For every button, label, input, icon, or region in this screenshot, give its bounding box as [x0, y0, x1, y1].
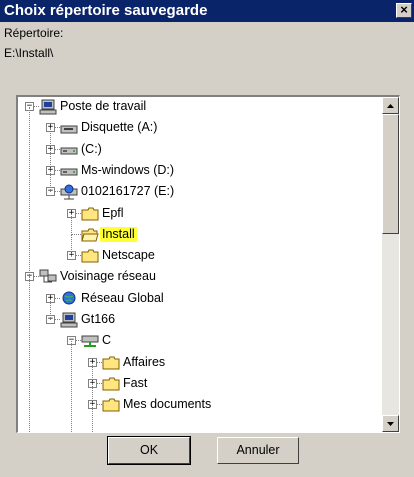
window-title: Choix répertoire sauvegarde [4, 2, 208, 19]
shared-drive-icon [81, 333, 99, 349]
tree-node-label[interactable]: 0102161727 (E:) [79, 184, 176, 199]
tree-node[interactable]: − Voisinage réseau [18, 268, 380, 286]
tree-node-label[interactable]: Netscape [100, 248, 157, 263]
tree-connector [50, 128, 51, 150]
tree-node-label-selected[interactable]: Install [100, 227, 137, 242]
tree-content: − Poste de travail + Disquette (A:) + (C:) + Ms… [18, 97, 380, 432]
tree-node[interactable]: − C [18, 332, 380, 350]
tree-node-label[interactable]: Fast [121, 376, 149, 391]
tree-connector [29, 277, 30, 432]
tree-node-label[interactable]: Gt166 [79, 312, 117, 327]
tree-node[interactable]: + Affaires [18, 354, 380, 372]
tree-node[interactable]: −0102161727 (E:) [18, 183, 380, 201]
tree-node[interactable]: − Gt166 [18, 311, 380, 329]
tree-connector [92, 405, 93, 432]
tree-node-label[interactable]: Voisinage réseau [58, 269, 158, 284]
tree-node[interactable]: − Poste de travail [18, 98, 380, 116]
tree-node-label[interactable]: Mes documents [121, 397, 213, 412]
folder-icon [81, 248, 99, 264]
tree-connector [92, 363, 93, 384]
directory-path: E:\Install\ [4, 46, 54, 60]
tree-node-label[interactable]: Disquette (A:) [79, 120, 159, 135]
network-drive-icon [60, 184, 78, 200]
tree-node[interactable]: + Disquette (A:) [18, 119, 380, 137]
tree-node-label[interactable]: Réseau Global [79, 291, 166, 306]
tree-connector [71, 214, 72, 235]
arrow-up-icon [387, 104, 394, 108]
folder-tree-view[interactable]: − Poste de travail + Disquette (A:) + (C:) + Ms… [16, 95, 400, 433]
tree-node[interactable]: + Ms-windows (D:) [18, 162, 380, 180]
close-button[interactable]: × [396, 3, 412, 18]
tree-node[interactable]: + Réseau Global [18, 290, 380, 308]
tree-node-label[interactable]: (C:) [79, 142, 104, 157]
folder-icon [81, 206, 99, 222]
scroll-up-button[interactable] [382, 97, 399, 114]
tree-connector [71, 341, 72, 432]
computer-icon [60, 312, 78, 328]
network-neighborhood-icon [39, 269, 57, 285]
hard-drive-icon [60, 163, 78, 179]
arrow-down-icon [387, 422, 394, 426]
directory-label: Répertoire: [4, 26, 64, 40]
dialog-window: Choix répertoire sauvegarde × Répertoire… [0, 0, 414, 477]
vertical-scrollbar[interactable] [382, 97, 399, 432]
tree-connector [29, 107, 30, 277]
tree-node-label[interactable]: Poste de travail [58, 99, 148, 114]
tree-connector [50, 299, 51, 320]
tree-connector [50, 171, 51, 192]
tree-node[interactable]: + (C:) [18, 141, 380, 159]
folder-icon [102, 355, 120, 371]
scroll-down-button[interactable] [382, 415, 399, 432]
tree-node-label[interactable]: Affaires [121, 355, 167, 370]
title-bar[interactable]: Choix répertoire sauvegarde × [0, 0, 414, 22]
scroll-thumb[interactable] [382, 114, 399, 234]
tree-node[interactable]: + Netscape [18, 247, 380, 265]
tree-connector [71, 234, 81, 235]
tree-connector [71, 235, 72, 256]
folder-icon [102, 376, 120, 392]
tree-node-label[interactable]: Ms-windows (D:) [79, 163, 176, 178]
ok-button[interactable]: OK [107, 436, 191, 465]
tree-node[interactable]: Install [18, 226, 380, 244]
folder-icon [102, 397, 120, 413]
tree-node[interactable]: + Fast [18, 375, 380, 393]
tree-node-label[interactable]: C [100, 333, 113, 348]
hard-drive-icon [60, 142, 78, 158]
computer-icon [39, 99, 57, 115]
tree-connector [50, 150, 51, 171]
tree-connector [92, 384, 93, 405]
tree-node-label[interactable]: Epfl [100, 206, 126, 221]
floppy-drive-icon [60, 120, 78, 136]
globe-icon [60, 291, 78, 307]
tree-node[interactable]: + Mes documents [18, 396, 380, 414]
folder-open-icon [81, 227, 99, 243]
cancel-button[interactable]: Annuler [217, 437, 299, 464]
tree-node[interactable]: + Epfl [18, 205, 380, 223]
